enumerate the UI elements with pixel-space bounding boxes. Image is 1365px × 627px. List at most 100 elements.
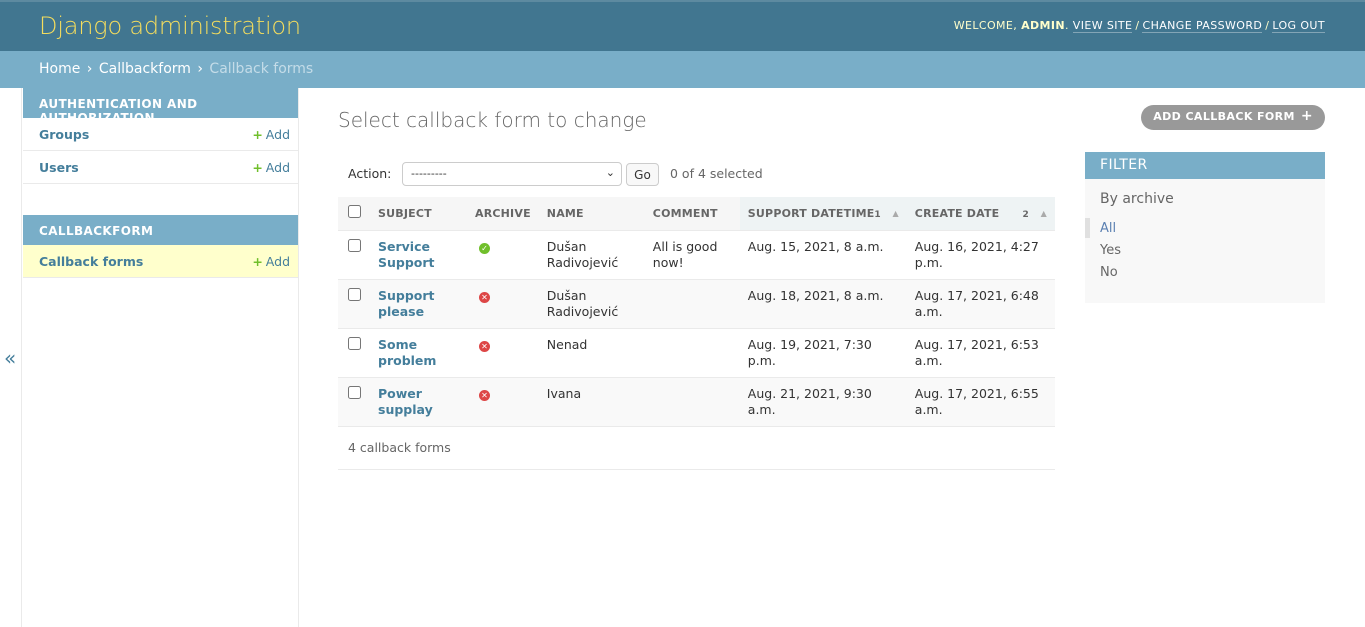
- subject-link[interactable]: Service Support: [378, 239, 435, 270]
- cell-comment: All is good now!: [644, 230, 740, 280]
- add-label: Add: [265, 160, 290, 175]
- site-name[interactable]: Django administration: [39, 12, 301, 40]
- add-callback-forms-button[interactable]: + Add: [252, 254, 290, 269]
- cell-comment: [644, 377, 740, 427]
- cell-support-datetime: Aug. 21, 2021, 9:30 a.m.: [739, 377, 907, 427]
- breadcrumb: Home › Callbackform › Callback forms: [0, 51, 1365, 88]
- paginator: 4 callback forms: [338, 426, 1055, 470]
- go-button[interactable]: Go: [626, 163, 659, 186]
- breadcrumb-home[interactable]: Home: [39, 61, 80, 77]
- sidebar-item-users: Users + Add: [23, 151, 298, 184]
- groups-link[interactable]: Groups: [39, 127, 89, 142]
- cell-archive: ✕: [467, 328, 539, 378]
- row-select-checkbox[interactable]: [348, 287, 361, 301]
- add-users-button[interactable]: + Add: [252, 160, 290, 175]
- column-archive[interactable]: Archive: [467, 197, 539, 231]
- cell-comment: [644, 279, 740, 329]
- column-create-date[interactable]: Create date 2 ▲: [906, 197, 1055, 231]
- cross-icon: ✕: [479, 340, 490, 352]
- action-label: Action:: [348, 166, 392, 181]
- welcome-text: Welcome,: [953, 19, 1018, 32]
- users-link[interactable]: Users: [39, 160, 79, 175]
- subject-link[interactable]: Power supplay: [378, 386, 433, 417]
- select-all-header: [338, 197, 370, 231]
- column-name[interactable]: Name: [538, 197, 645, 231]
- subject-link[interactable]: Support please: [378, 288, 435, 319]
- breadcrumb-separator: ›: [197, 61, 203, 77]
- change-password-link[interactable]: Change password: [1142, 19, 1263, 33]
- subject-link[interactable]: Some problem: [378, 337, 436, 368]
- plus-icon: +: [252, 254, 263, 269]
- filter-option-no[interactable]: No: [1085, 262, 1325, 284]
- add-label: Add: [265, 127, 290, 142]
- row-select-checkbox[interactable]: [348, 238, 361, 252]
- username: admin: [1021, 19, 1065, 32]
- cell-create-date: Aug. 17, 2021, 6:53 a.m.: [906, 328, 1055, 378]
- add-callback-form-button[interactable]: Add callback form +: [1141, 105, 1325, 130]
- separator: /: [1135, 19, 1140, 32]
- filter-options: All Yes No: [1085, 218, 1325, 284]
- cross-icon: ✕: [479, 389, 490, 401]
- row-select-cell: [338, 230, 370, 280]
- collapse-icon: «: [4, 346, 17, 370]
- breadcrumb-current: Callback forms: [209, 61, 314, 77]
- cell-support-datetime: Aug. 15, 2021, 8 a.m.: [739, 230, 907, 280]
- table-row: Some problem ✕ Nenad Aug. 19, 2021, 7:30 p.…: [338, 328, 1055, 378]
- cell-subject: Some problem: [370, 328, 467, 378]
- sidebar-toggle-button[interactable]: «: [0, 88, 22, 627]
- results-table: Subject Archive Name Comment Support dat…: [338, 197, 1055, 427]
- plus-icon: +: [1300, 108, 1313, 124]
- column-create-date-label: Create date: [914, 206, 1000, 220]
- select-all-checkbox[interactable]: [348, 205, 361, 219]
- action-select[interactable]: --------- ⌄: [402, 162, 622, 186]
- column-comment-label: Comment: [652, 206, 718, 220]
- cross-icon: ✕: [479, 291, 490, 303]
- cell-subject: Support please: [370, 279, 467, 329]
- filter-heading: By archive: [1100, 191, 1174, 207]
- cell-archive: ✕: [467, 377, 539, 427]
- user-tools: Welcome, admin. View site / Change passwor…: [953, 19, 1325, 33]
- cell-support-datetime: Aug. 18, 2021, 8 a.m.: [739, 279, 907, 329]
- table-row: Service Support ✓ Dušan Radivojević All is …: [338, 230, 1055, 280]
- column-comment[interactable]: Comment: [644, 197, 740, 231]
- add-button-label: Add callback form: [1153, 110, 1295, 123]
- header-top-strip: [0, 0, 1365, 2]
- filter-option-all[interactable]: All: [1085, 218, 1325, 240]
- cell-create-date: Aug. 17, 2021, 6:48 a.m.: [906, 279, 1055, 329]
- column-subject[interactable]: Subject: [370, 197, 467, 231]
- column-subject-label: Subject: [378, 206, 432, 220]
- log-out-link[interactable]: Log out: [1272, 19, 1325, 33]
- column-archive-label: Archive: [475, 206, 531, 220]
- module-caption[interactable]: Authentication and Authorization: [23, 88, 298, 125]
- cell-name: Dušan Radivojević: [538, 279, 645, 329]
- check-icon: ✓: [479, 242, 490, 254]
- sort-ascending-icon[interactable]: ▲: [892, 209, 898, 218]
- table-header-row: Subject Archive Name Comment Support dat…: [338, 197, 1055, 231]
- row-select-checkbox[interactable]: [348, 336, 361, 350]
- filter-option-yes[interactable]: Yes: [1085, 240, 1325, 262]
- row-select-checkbox[interactable]: [348, 385, 361, 399]
- sort-priority: 2: [1022, 210, 1029, 220]
- header: Django administration Welcome, admin. Vi…: [0, 0, 1365, 51]
- table-row: Support please ✕ Dušan Radivojević Aug. 18,…: [338, 279, 1055, 329]
- breadcrumb-app[interactable]: Callbackform: [99, 61, 191, 77]
- nav-sidebar: « Authentication and Authorization Group…: [0, 88, 299, 627]
- cell-create-date: Aug. 17, 2021, 6:55 a.m.: [906, 377, 1055, 427]
- page-title: Select callback form to change: [338, 108, 647, 132]
- module-caption[interactable]: Callbackform: [23, 215, 298, 245]
- cell-support-datetime: Aug. 19, 2021, 7:30 p.m.: [739, 328, 907, 378]
- sort-ascending-icon[interactable]: ▲: [1041, 209, 1047, 218]
- action-selected-value: ---------: [411, 167, 447, 180]
- actions-bar: Action: --------- ⌄ Go 0 of 4 selected: [338, 160, 1055, 188]
- column-support-datetime[interactable]: Support datetime 1 ▲: [739, 197, 907, 231]
- cell-create-date: Aug. 16, 2021, 4:27 p.m.: [906, 230, 1055, 280]
- row-select-cell: [338, 328, 370, 378]
- module-callbackform: Callbackform Callback forms + Add: [23, 215, 298, 278]
- add-groups-button[interactable]: + Add: [252, 127, 290, 142]
- row-select-cell: [338, 279, 370, 329]
- row-select-cell: [338, 377, 370, 427]
- sort-priority: 1: [874, 210, 881, 220]
- callback-forms-link[interactable]: Callback forms: [39, 254, 143, 269]
- selection-counter: 0 of 4 selected: [670, 166, 763, 181]
- view-site-link[interactable]: View site: [1072, 19, 1133, 33]
